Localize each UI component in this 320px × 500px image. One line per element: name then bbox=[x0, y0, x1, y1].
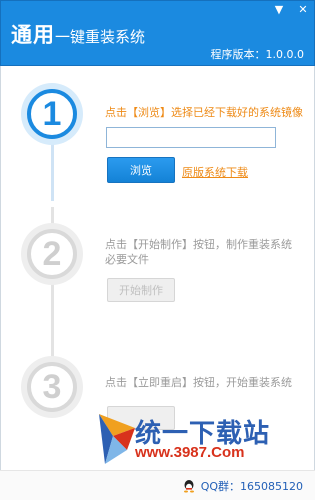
original-system-download-link[interactable]: 原版系统下载 bbox=[182, 164, 248, 180]
app-title-sub: 一键重装系统 bbox=[55, 28, 146, 46]
watermark: 统一下载站 www.3987.Com bbox=[97, 410, 275, 470]
browse-button[interactable]: 浏览 bbox=[107, 157, 175, 183]
footer-bar: QQ群：165085120 bbox=[0, 470, 315, 500]
step-1-number: 1 bbox=[27, 89, 77, 139]
watermark-url: www.3987.Com bbox=[135, 444, 245, 461]
title-bar: 通用一键重装系统 程序版本：1.0.0.0 ▼ ✕ bbox=[0, 0, 315, 66]
step-2-circle: 2 bbox=[21, 223, 83, 285]
step-2-instruction: 点击【开始制作】按钮，制作重装系统必要文件 bbox=[105, 238, 292, 266]
start-make-button[interactable]: 开始制作 bbox=[107, 278, 175, 302]
step-1-instruction: 点击【浏览】选择已经下载好的系统镜像 bbox=[105, 106, 303, 119]
step-3-instruction: 点击【立即重启】按钮，开始重装系统 bbox=[105, 376, 292, 389]
version-label: 程序版本：1.0.0.0 bbox=[210, 48, 304, 61]
timeline-connector-1 bbox=[51, 141, 54, 201]
step-3-number: 3 bbox=[27, 362, 77, 412]
app-title-main: 通用 bbox=[11, 23, 55, 47]
main-panel: 1 点击【浏览】选择已经下载好的系统镜像 浏览 原版系统下载 2 点击【开始制作… bbox=[0, 66, 315, 500]
image-path-input[interactable] bbox=[106, 127, 276, 148]
menu-dropdown-button[interactable]: ▼ bbox=[272, 3, 286, 17]
qq-penguin-icon bbox=[183, 480, 194, 493]
qq-group-text: QQ群：165085120 bbox=[200, 480, 303, 493]
close-button[interactable]: ✕ bbox=[296, 3, 310, 17]
step-3-circle: 3 bbox=[21, 356, 83, 418]
watermark-logo-icon bbox=[99, 414, 135, 464]
close-icon: ✕ bbox=[298, 3, 308, 16]
step-2-number: 2 bbox=[27, 229, 77, 279]
app-title: 通用一键重装系统 bbox=[11, 19, 145, 49]
window-controls: ▼ ✕ bbox=[272, 3, 310, 17]
chevron-down-icon: ▼ bbox=[274, 3, 284, 16]
qq-group-info[interactable]: QQ群：165085120 bbox=[182, 478, 303, 494]
step-1-circle: 1 bbox=[21, 83, 83, 145]
